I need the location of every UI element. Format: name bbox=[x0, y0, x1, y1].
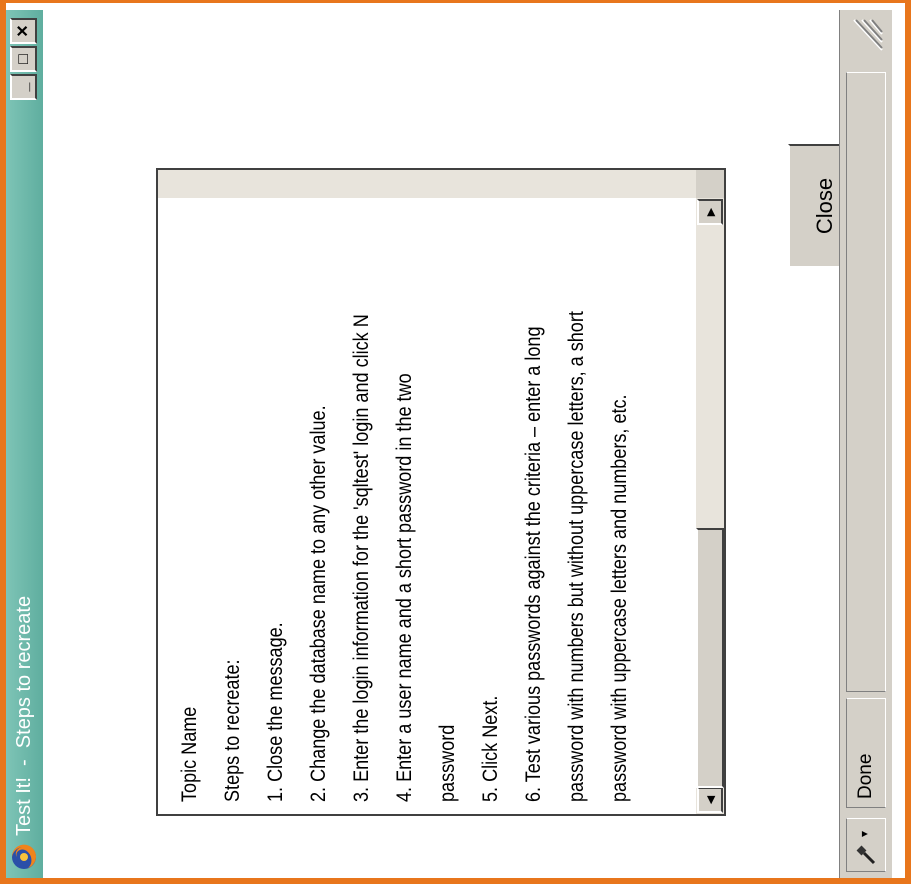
step-line: 3. Enter the login information for the '… bbox=[350, 314, 373, 802]
horizontal-scroll-thumb[interactable] bbox=[696, 528, 724, 788]
status-bar: ▾ Done bbox=[839, 10, 892, 878]
dropdown-arrow-icon: ▾ bbox=[857, 830, 871, 837]
firefox-logo-icon bbox=[11, 844, 36, 869]
minimize-button[interactable]: _ bbox=[10, 74, 37, 100]
steps-text-area[interactable]: Topic Name Steps to recreate: 1. Close t… bbox=[158, 198, 698, 814]
vertical-scrollbar[interactable] bbox=[158, 170, 698, 198]
dialog-window: Test It! - Steps to recreate _ □ × Topic… bbox=[0, 0, 897, 884]
step-line: 2. Change the database name to any other… bbox=[307, 405, 330, 802]
step-line: 5. Click Next. bbox=[479, 695, 502, 802]
step-line: 6. Test various passwords against the cr… bbox=[522, 326, 545, 802]
scroll-left-icon: ◀ bbox=[704, 795, 717, 805]
status-icon-dropdown[interactable]: ▾ bbox=[846, 818, 886, 872]
eyedropper-icon bbox=[856, 845, 876, 865]
scroll-left-button[interactable]: ◀ bbox=[697, 787, 723, 813]
step-line: password with uppercase letters and numb… bbox=[608, 394, 631, 802]
step-line: password with numbers but without upperc… bbox=[565, 311, 588, 802]
close-window-button[interactable]: × bbox=[10, 18, 37, 44]
steps-heading-line: Steps to recreate: bbox=[221, 659, 244, 802]
horizontal-scrollbar[interactable]: ◀ ▶ bbox=[696, 198, 724, 814]
maximize-button[interactable]: □ bbox=[10, 46, 37, 72]
scroll-right-icon: ▶ bbox=[704, 207, 717, 217]
maximize-icon: □ bbox=[14, 54, 32, 64]
scrollbar-corner bbox=[696, 170, 724, 198]
step-line: 1. Close the message. bbox=[264, 622, 287, 802]
topic-name-line: Topic Name bbox=[178, 706, 201, 802]
minimize-icon: _ bbox=[14, 82, 32, 92]
close-icon: × bbox=[12, 25, 34, 37]
title-bar[interactable]: Test It! - Steps to recreate _ □ × bbox=[6, 10, 43, 878]
dialog-content: Topic Name Steps to recreate: 1. Close t… bbox=[43, 10, 862, 878]
status-panel bbox=[846, 72, 886, 692]
step-line: password bbox=[436, 724, 459, 802]
scroll-right-button[interactable]: ▶ bbox=[697, 199, 723, 225]
status-text: Done bbox=[846, 698, 886, 808]
step-line: 4. Enter a user name and a short passwor… bbox=[393, 373, 416, 802]
window-title: Test It! - Steps to recreate bbox=[13, 595, 35, 836]
steps-text-box[interactable]: Topic Name Steps to recreate: 1. Close t… bbox=[156, 168, 726, 816]
resize-grip-icon[interactable] bbox=[848, 18, 884, 58]
